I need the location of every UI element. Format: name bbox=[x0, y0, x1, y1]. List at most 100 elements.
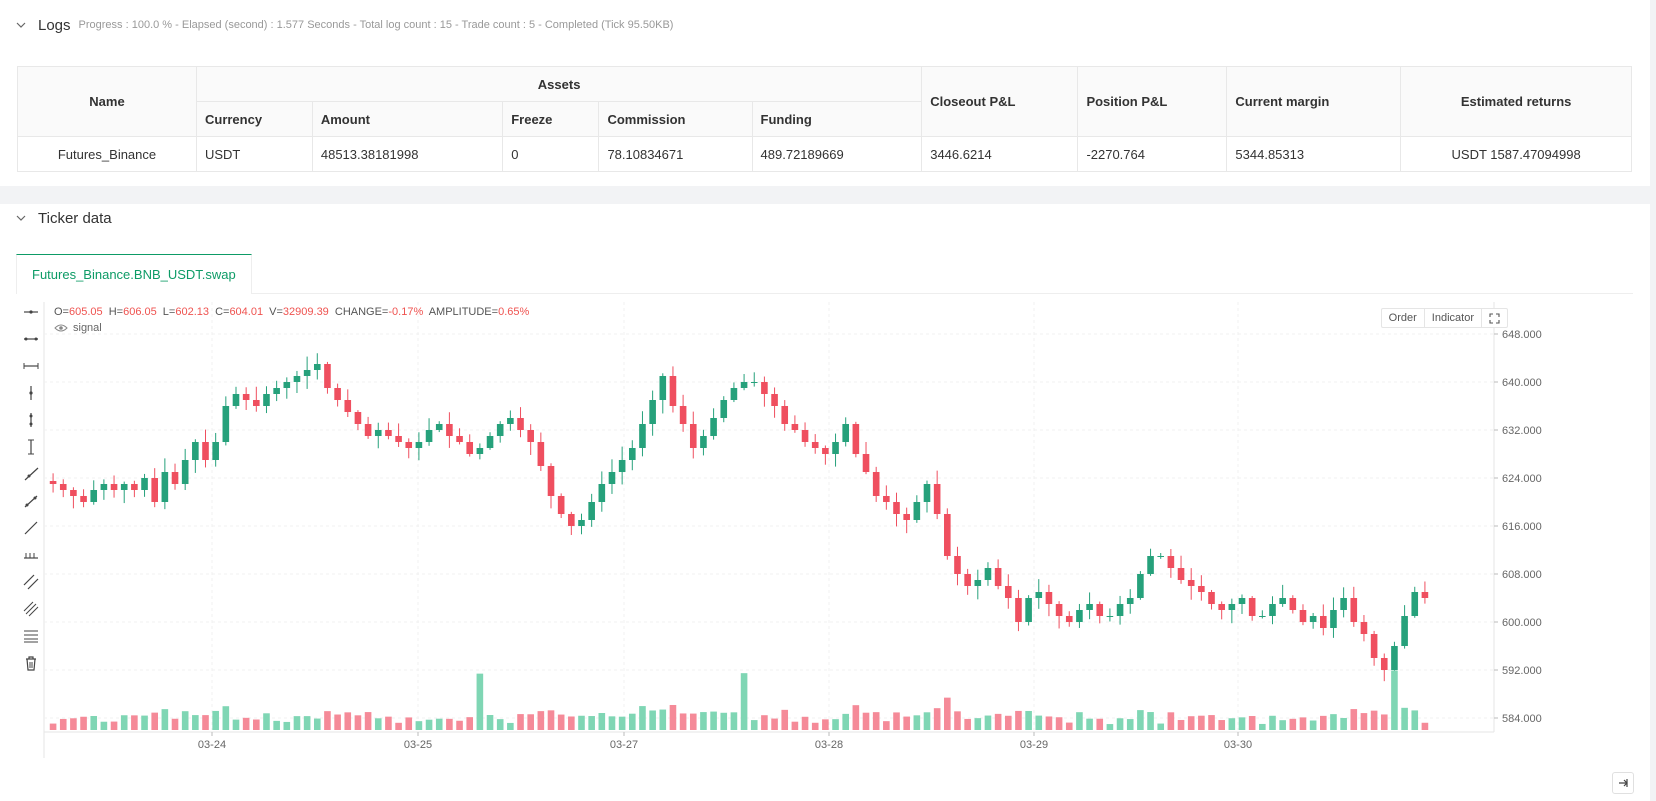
row-freeze: 0 bbox=[502, 136, 600, 172]
candle-body bbox=[679, 406, 687, 424]
candle-body bbox=[100, 484, 108, 490]
candle-body bbox=[822, 448, 829, 454]
volume-bar bbox=[171, 718, 179, 730]
candle-body bbox=[1015, 598, 1022, 622]
candle-body bbox=[771, 394, 778, 406]
volume-bar bbox=[70, 718, 77, 730]
candle-body bbox=[527, 430, 534, 442]
candle-body bbox=[263, 394, 270, 406]
candle-body bbox=[293, 376, 301, 382]
candle-body bbox=[283, 382, 291, 388]
volume-bar bbox=[923, 712, 931, 730]
candle-body bbox=[242, 394, 250, 400]
candle-body bbox=[324, 364, 331, 388]
volume-bar bbox=[852, 705, 860, 730]
eye-icon[interactable] bbox=[54, 323, 68, 333]
volume-bar bbox=[1401, 707, 1408, 730]
order-button[interactable]: Order bbox=[1382, 309, 1425, 327]
volume-bar bbox=[964, 718, 971, 730]
volume-bar bbox=[1330, 714, 1337, 730]
candle-body bbox=[1187, 580, 1195, 586]
candlestick-chart[interactable]: 648.000 640.000 632.000 624.000 616.000 608.0… bbox=[16, 302, 1636, 796]
volume-bar bbox=[1228, 718, 1236, 730]
x-tick-label: 03-25 bbox=[404, 739, 432, 751]
y-tick-label: 608.000 bbox=[1502, 569, 1542, 581]
position-header: Position P&L bbox=[1077, 66, 1228, 137]
candle-body bbox=[1106, 616, 1114, 617]
candle-body bbox=[710, 418, 717, 436]
candle-body bbox=[974, 580, 982, 586]
y-tick-label: 600.000 bbox=[1502, 617, 1542, 629]
tab-bnb-usdt-swap[interactable]: Futures_Binance.BNB_USDT.swap bbox=[16, 254, 252, 294]
volume-bar bbox=[517, 714, 524, 730]
volume-bar bbox=[1198, 715, 1205, 730]
candle-body bbox=[212, 442, 219, 460]
volume-bar bbox=[395, 722, 402, 730]
candle-body bbox=[1065, 616, 1073, 622]
arrow-right-icon bbox=[1619, 779, 1628, 787]
candle-body bbox=[354, 412, 362, 424]
volume-bar bbox=[446, 718, 453, 730]
volume-bar bbox=[1045, 716, 1053, 730]
candle-body bbox=[313, 364, 321, 370]
y-tick-label: 584.000 bbox=[1502, 713, 1542, 725]
candle-body bbox=[1380, 658, 1388, 670]
candle-body bbox=[1177, 568, 1185, 580]
volume-bar bbox=[893, 712, 900, 730]
volume-bar bbox=[385, 716, 392, 730]
legend-o-label: O= bbox=[54, 306, 69, 318]
candle-body bbox=[486, 436, 494, 448]
logs-header[interactable]: Logs Progress : 100.0 % - Elapsed (secon… bbox=[16, 13, 673, 37]
volume-bar bbox=[161, 709, 169, 730]
volume-bar bbox=[1391, 670, 1398, 730]
volume-bar bbox=[1076, 712, 1083, 730]
candle-body bbox=[222, 406, 230, 442]
candle-body bbox=[1147, 556, 1154, 574]
candle-body bbox=[141, 478, 148, 490]
candle-body bbox=[1228, 604, 1236, 610]
candle-body bbox=[476, 448, 484, 454]
candle-body bbox=[791, 424, 799, 430]
scroll-to-latest-button[interactable] bbox=[1612, 772, 1634, 794]
y-tick-label: 632.000 bbox=[1502, 425, 1542, 437]
candle-body bbox=[872, 472, 880, 496]
candle-body bbox=[984, 568, 992, 580]
volume-bar bbox=[720, 712, 728, 730]
candle-body bbox=[903, 514, 910, 520]
candle-body bbox=[435, 424, 443, 430]
candle-body bbox=[801, 430, 809, 442]
chevron-down-icon[interactable] bbox=[16, 20, 26, 30]
candle-body bbox=[1126, 598, 1134, 604]
candle-body bbox=[994, 568, 1002, 586]
candle-body bbox=[781, 406, 789, 424]
candle-body bbox=[1391, 646, 1398, 670]
chart-area[interactable]: 648.000 640.000 632.000 624.000 616.000 608.0… bbox=[16, 302, 1636, 796]
freeze-header: Freeze bbox=[502, 101, 600, 137]
returns-header: Estimated returns bbox=[1400, 66, 1632, 137]
candle-body bbox=[537, 442, 545, 466]
volume-bar bbox=[730, 712, 738, 730]
candle-body bbox=[1248, 598, 1256, 616]
volume-bar bbox=[507, 722, 514, 730]
volume-bar bbox=[1238, 717, 1246, 730]
volume-bar bbox=[883, 721, 890, 730]
candle-body bbox=[669, 376, 677, 406]
volume-bar bbox=[1106, 724, 1114, 730]
volume-bar bbox=[496, 719, 504, 730]
volume-bar bbox=[354, 715, 362, 730]
candle-body bbox=[1340, 598, 1347, 610]
fullscreen-icon[interactable] bbox=[1482, 309, 1507, 327]
ticker-header[interactable]: Ticker data bbox=[16, 206, 112, 230]
indicator-button[interactable]: Indicator bbox=[1425, 309, 1482, 327]
chevron-down-icon[interactable] bbox=[16, 213, 26, 223]
volume-bar bbox=[801, 716, 809, 730]
candle-body bbox=[273, 388, 280, 394]
candle-body bbox=[1350, 598, 1358, 622]
row-margin: 5344.85313 bbox=[1226, 136, 1402, 172]
signal-indicator[interactable]: signal bbox=[54, 322, 102, 334]
volume-bar bbox=[933, 708, 941, 730]
legend-amp-label: AMPLITUDE= bbox=[428, 306, 499, 318]
candle-body bbox=[1137, 574, 1144, 598]
volume-bar bbox=[1096, 718, 1104, 730]
candle-body bbox=[374, 430, 382, 436]
